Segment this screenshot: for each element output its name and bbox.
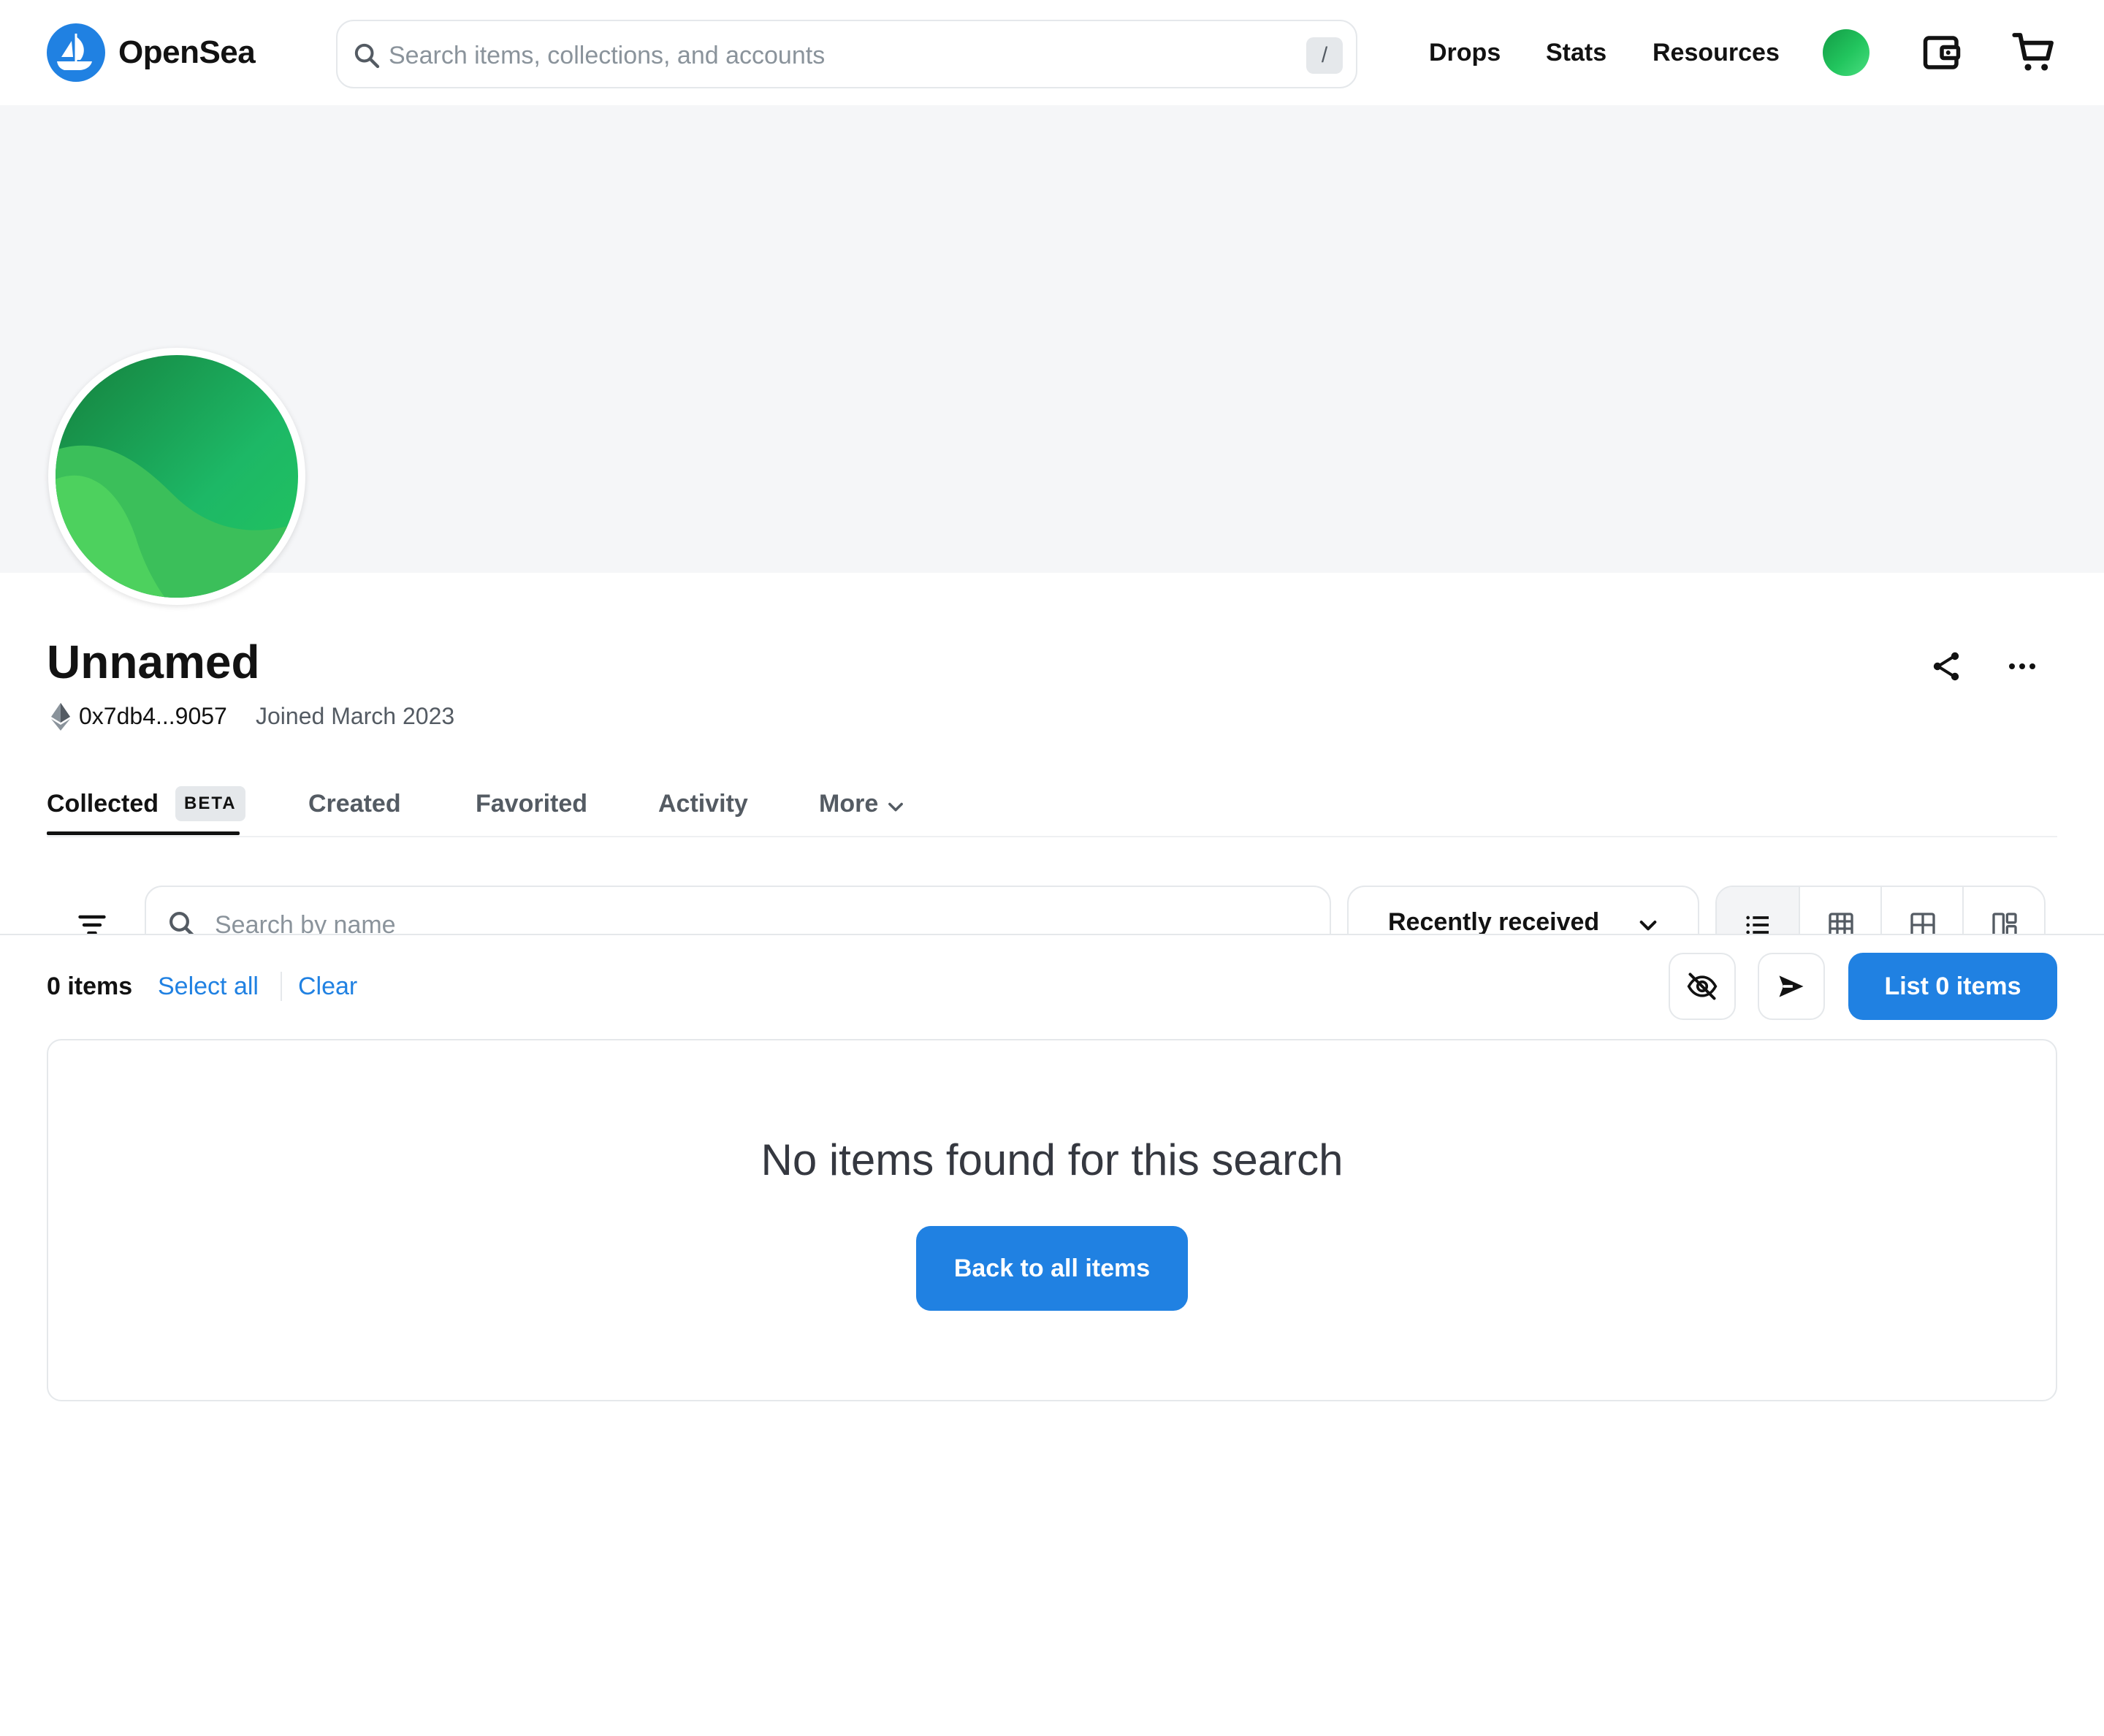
eye-off-icon xyxy=(1687,972,1718,1000)
profile-name: Unnamed xyxy=(47,636,260,688)
search-shortcut-key: / xyxy=(1306,37,1343,74)
profile-banner xyxy=(0,105,2104,573)
beta-badge: BETA xyxy=(175,786,245,821)
more-options-icon[interactable] xyxy=(2005,649,2040,684)
cart-icon[interactable] xyxy=(2010,29,2057,76)
share-icon[interactable] xyxy=(1929,649,1964,684)
wallet-address[interactable]: 0x7db4...9057 xyxy=(79,701,227,731)
account-avatar[interactable] xyxy=(1823,29,1869,76)
hide-button[interactable] xyxy=(1669,953,1736,1020)
brand-name[interactable]: OpenSea xyxy=(118,32,256,73)
joined-date: Joined March 2023 xyxy=(256,703,455,729)
transfer-button[interactable] xyxy=(1758,953,1825,1020)
tab-activity[interactable]: Activity xyxy=(658,788,748,820)
nav-stats[interactable]: Stats xyxy=(1546,37,1606,69)
opensea-logo-icon[interactable] xyxy=(47,23,105,82)
profile-avatar[interactable] xyxy=(48,348,305,605)
global-search-input[interactable] xyxy=(387,34,1267,77)
chevron-down-icon xyxy=(885,796,906,817)
tab-created[interactable]: Created xyxy=(308,788,401,820)
tabs-divider xyxy=(47,836,2057,837)
select-all-link[interactable]: Select all xyxy=(158,970,259,1002)
tab-collected[interactable]: Collected xyxy=(47,788,159,820)
wallet-icon[interactable] xyxy=(1920,31,1964,75)
nav-drops[interactable]: Drops xyxy=(1429,37,1501,69)
empty-state-panel xyxy=(47,1039,2057,1401)
back-to-all-items-button[interactable]: Back to all items xyxy=(916,1226,1188,1311)
nav-resources[interactable]: Resources xyxy=(1653,37,1780,69)
empty-state-message: No items found for this search xyxy=(761,1135,1343,1184)
list-items-button[interactable]: List 0 items xyxy=(1848,953,2057,1020)
ethereum-icon xyxy=(51,703,70,731)
divider xyxy=(281,972,282,1001)
clear-link[interactable]: Clear xyxy=(298,970,357,1002)
send-icon xyxy=(1779,975,1804,997)
search-icon xyxy=(352,41,381,70)
tab-favorited[interactable]: Favorited xyxy=(476,788,587,820)
global-search-bar[interactable]: / xyxy=(336,20,1357,88)
tab-more[interactable]: More xyxy=(819,788,878,820)
items-count: 0 items xyxy=(47,972,133,1000)
active-tab-indicator xyxy=(47,831,240,835)
